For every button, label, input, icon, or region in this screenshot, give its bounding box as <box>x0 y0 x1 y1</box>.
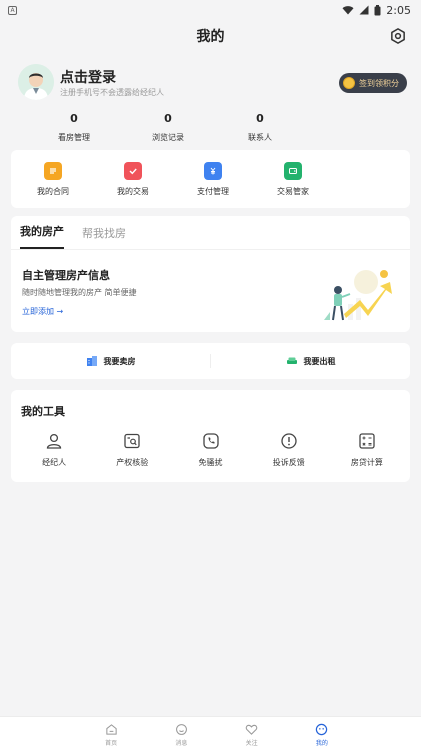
message-icon <box>175 724 187 735</box>
wifi-icon <box>342 6 354 15</box>
avatar[interactable] <box>18 64 54 100</box>
signin-label: 签到领积分 <box>359 78 399 88</box>
tab-label: 消息 <box>175 740 188 747</box>
gear-icon[interactable] <box>389 27 407 45</box>
quick-item-label: 我的交易 <box>117 187 149 196</box>
building-icon <box>86 356 97 366</box>
stat-number: 0 <box>164 112 172 125</box>
tool-label: 投诉反馈 <box>272 458 305 467</box>
property-tabs: 我的房产 帮我找房 <box>11 216 410 250</box>
tab-my-property[interactable]: 我的房产 <box>20 223 64 249</box>
tools-row: 经纪人 产权核验 免骚扰 投诉反馈 房贷计算 <box>11 432 410 468</box>
quick-item-payment[interactable]: 支付管理 <box>173 150 253 208</box>
avatar-icon <box>18 64 54 100</box>
tools-card: 我的工具 经纪人 产权核验 免骚扰 投诉反馈 房贷计算 <box>11 390 410 482</box>
title-bar: 我的 <box>0 20 421 52</box>
tab-label: 首页 <box>105 740 118 747</box>
tool-mortgage-calc[interactable]: 房贷计算 <box>328 432 406 468</box>
stat-label: 看房管理 <box>58 133 90 142</box>
tab-messages[interactable]: 消息 <box>146 717 216 750</box>
phone-shield-icon <box>202 433 219 449</box>
rent-out-button[interactable]: 我要出租 <box>211 355 410 367</box>
stat-label: 浏览记录 <box>152 133 184 142</box>
notification-icon: A <box>8 5 17 15</box>
payment-icon <box>204 162 222 180</box>
stat-history[interactable]: 0 浏览记录 <box>122 112 214 150</box>
rent-label: 我要出租 <box>303 356 336 366</box>
battery-icon <box>374 4 381 15</box>
quick-item-label: 交易管家 <box>277 187 309 196</box>
tools-title: 我的工具 <box>21 405 65 418</box>
status-bar: A 2:05 <box>0 0 421 20</box>
signal-icon <box>359 5 369 15</box>
tool-label: 经纪人 <box>42 458 67 467</box>
alert-circle-icon <box>281 433 297 449</box>
tool-property-verify[interactable]: 产权核验 <box>93 432 171 468</box>
tool-label: 产权核验 <box>116 458 149 467</box>
document-search-icon <box>124 433 140 449</box>
tool-label: 房贷计算 <box>350 458 383 467</box>
trade-icon <box>124 162 142 180</box>
property-title: 自主管理房产信息 <box>22 269 110 282</box>
bottom-tab-bar: 首页 消息 关注 我的 <box>0 716 421 750</box>
profile-section[interactable]: 点击登录 注册手机号不会透露给经纪人 签到领积分 <box>0 64 421 110</box>
heart-icon <box>245 724 258 735</box>
quick-actions-card: 我的合同 我的交易 支付管理 交易管家 <box>11 150 410 208</box>
tool-complaint[interactable]: 投诉反馈 <box>250 432 328 468</box>
sofa-icon <box>286 357 297 364</box>
coin-icon <box>343 77 355 89</box>
quick-item-wallet[interactable]: 交易管家 <box>253 150 333 208</box>
person-icon <box>46 433 62 449</box>
sell-rent-card: 我要卖房 我要出租 <box>11 343 410 379</box>
stat-label: 联系人 <box>248 133 272 142</box>
tool-no-disturb[interactable]: 免骚扰 <box>171 432 249 468</box>
home-icon <box>105 724 117 735</box>
stats-row: 0 看房管理 0 浏览记录 0 联系人 <box>0 112 421 150</box>
tab-mine[interactable]: 我的 <box>287 717 357 750</box>
user-face-icon <box>316 723 328 736</box>
quick-item-label: 我的合同 <box>37 187 69 196</box>
quick-item-label: 支付管理 <box>197 187 229 196</box>
login-subtitle: 注册手机号不会透露给经纪人 <box>60 88 164 97</box>
growth-illustration <box>324 270 392 321</box>
page-title: 我的 <box>196 29 225 45</box>
tool-label: 免骚扰 <box>198 458 223 467</box>
signin-points-button[interactable]: 签到领积分 <box>339 73 407 93</box>
calculator-icon <box>359 433 375 449</box>
stat-viewing[interactable]: 0 看房管理 <box>28 112 120 150</box>
stat-contacts[interactable]: 0 联系人 <box>214 112 306 150</box>
tab-label: 关注 <box>245 740 258 747</box>
wallet-icon <box>284 162 302 180</box>
quick-item-contract[interactable]: 我的合同 <box>13 150 93 208</box>
quick-item-trade[interactable]: 我的交易 <box>93 150 173 208</box>
property-card: 我的房产 帮我找房 自主管理房产信息 随时随地管理我的房产 简单便捷 立即添加 … <box>11 216 410 332</box>
add-now-link[interactable]: 立即添加 → <box>22 306 63 317</box>
tab-label: 我的 <box>315 740 328 747</box>
stat-number: 0 <box>256 112 264 125</box>
sell-house-button[interactable]: 我要卖房 <box>11 355 210 367</box>
tab-find-house[interactable]: 帮我找房 <box>82 225 126 249</box>
tab-home[interactable]: 首页 <box>76 717 146 750</box>
tool-agent[interactable]: 经纪人 <box>15 432 93 468</box>
property-subtitle: 随时随地管理我的房产 简单便捷 <box>22 288 137 297</box>
contract-icon <box>44 162 62 180</box>
status-time: 2:05 <box>386 3 411 17</box>
login-title[interactable]: 点击登录 <box>60 67 116 87</box>
tab-favorites[interactable]: 关注 <box>217 717 287 750</box>
stat-number: 0 <box>70 112 78 125</box>
sell-label: 我要卖房 <box>103 356 136 366</box>
